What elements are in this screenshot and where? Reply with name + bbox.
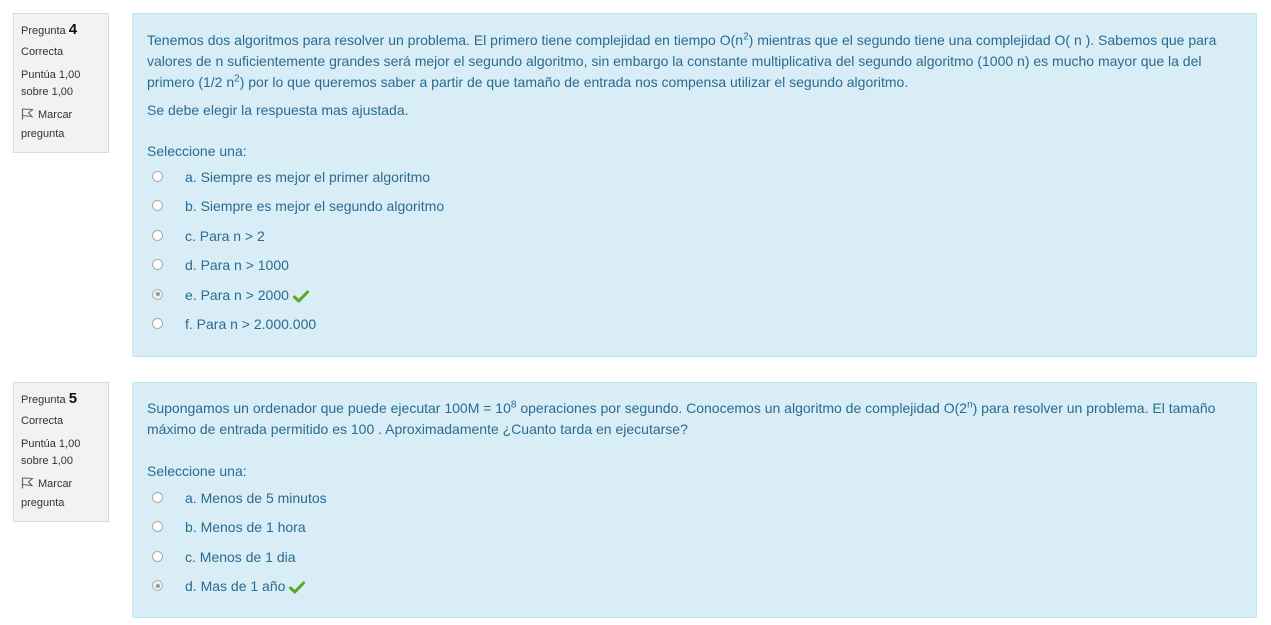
question-number-value: 4 <box>68 21 78 38</box>
question-number: Pregunta 4 <box>21 22 101 39</box>
option-a[interactable]: a. Menos de 5 minutos <box>147 490 1242 521</box>
flag-icon <box>21 108 34 126</box>
answer-prompt: Seleccione una: <box>147 463 247 479</box>
option-label: a. Siempre es mejor el primer algoritmo <box>185 169 431 185</box>
radio-button[interactable] <box>152 550 163 562</box>
radio-button[interactable] <box>152 521 163 533</box>
option-f[interactable]: f. Para n > 2.000.000 <box>147 316 1242 347</box>
radio-button[interactable] <box>152 317 163 329</box>
question-grade: Puntúa 1,00 sobre 1,00 <box>21 436 101 470</box>
text-part: Supongamos un ordenador que puede ejecut… <box>147 400 511 416</box>
question-state: Correcta <box>21 415 64 427</box>
question-number-prefix: Pregunta <box>21 394 66 406</box>
option-c[interactable]: c. Menos de 1 dia <box>147 549 1242 580</box>
grade-line-2: sobre 1,00 <box>21 86 73 98</box>
text-part: ) por lo que queremos saber a partir de … <box>239 74 909 90</box>
question-text: Supongamos un ordenador que puede ejecut… <box>147 398 1242 440</box>
question-state: Correcta <box>21 46 64 58</box>
option-d[interactable]: d. Mas de 1 año <box>147 578 1242 609</box>
question-info-panel: Pregunta 4 Correcta Puntúa 1,00 sobre 1,… <box>13 13 109 153</box>
grade-line-1: Puntúa 1,00 <box>21 438 81 450</box>
option-label: b. Menos de 1 hora <box>185 519 306 536</box>
question-paragraph-1: Supongamos un ordenador que puede ejecut… <box>147 398 1242 440</box>
answer-options: a. Menos de 5 minutos b. Menos de 1 hora… <box>147 490 1242 610</box>
radio-button[interactable] <box>152 259 163 271</box>
option-d[interactable]: d. Para n > 1000 <box>147 257 1242 288</box>
answer-prompt: Seleccione una: <box>147 143 247 159</box>
question-grade: Puntúa 1,00 sobre 1,00 <box>21 67 101 101</box>
flag-question-link[interactable]: Marcar pregunta <box>21 476 101 512</box>
flag-label-1: Marcar <box>38 478 73 490</box>
option-b[interactable]: b. Menos de 1 hora <box>147 519 1242 550</box>
answer-options: a. Siempre es mejor el primer algoritmo … <box>147 169 1242 347</box>
question-number-value: 5 <box>68 390 78 407</box>
text-part: Tenemos dos algoritmos para resolver un … <box>147 32 744 48</box>
option-label: a. Menos de 5 minutos <box>185 490 327 506</box>
question-paragraph-1: Tenemos dos algoritmos para resolver un … <box>147 30 1242 93</box>
flag-question-link[interactable]: Marcar pregunta <box>21 107 101 143</box>
flag-label-2: pregunta <box>21 497 65 509</box>
question-info-panel: Pregunta 5 Correcta Puntúa 1,00 sobre 1,… <box>13 382 109 522</box>
option-label: d. Mas de 1 año <box>185 578 286 595</box>
flag-icon <box>21 477 34 495</box>
question-number: Pregunta 5 <box>21 391 101 408</box>
option-label: b. Siempre es mejor el segundo algoritmo <box>185 198 445 215</box>
grade-line-1: Puntúa 1,00 <box>21 69 81 81</box>
option-b[interactable]: b. Siempre es mejor el segundo algoritmo <box>147 198 1242 229</box>
option-label: d. Para n > 1000 <box>185 257 289 274</box>
option-label: e. Para n > 2000 <box>185 286 289 303</box>
question-number-prefix: Pregunta <box>21 25 66 37</box>
radio-button[interactable] <box>152 229 163 241</box>
radio-button[interactable] <box>152 492 163 503</box>
question-paragraph-2: Se debe elegir la respuesta mas ajustada… <box>147 102 409 118</box>
radio-button[interactable] <box>152 200 163 212</box>
flag-label-1: Marcar <box>38 109 73 121</box>
radio-button[interactable] <box>152 171 163 182</box>
text-part: operaciones por segundo. Conocemos un al… <box>516 400 968 416</box>
correct-check-icon <box>289 579 306 600</box>
radio-button-selected[interactable] <box>152 288 163 300</box>
option-label-wrapper: d. Mas de 1 año <box>185 576 306 600</box>
option-label: c. Menos de 1 dia <box>185 548 296 565</box>
option-label: f. Para n > 2.000.000 <box>185 315 317 332</box>
option-label-wrapper: e. Para n > 2000 <box>185 285 309 309</box>
option-c[interactable]: c. Para n > 2 <box>147 228 1242 259</box>
radio-button-selected[interactable] <box>152 580 163 592</box>
question-content: Tenemos dos algoritmos para resolver un … <box>132 13 1257 357</box>
question-text: Tenemos dos algoritmos para resolver un … <box>147 30 1242 121</box>
flag-label-2: pregunta <box>21 128 65 140</box>
option-label: c. Para n > 2 <box>185 227 265 244</box>
question-content: Supongamos un ordenador que puede ejecut… <box>132 382 1257 618</box>
grade-line-2: sobre 1,00 <box>21 455 73 467</box>
correct-check-icon <box>292 288 309 309</box>
